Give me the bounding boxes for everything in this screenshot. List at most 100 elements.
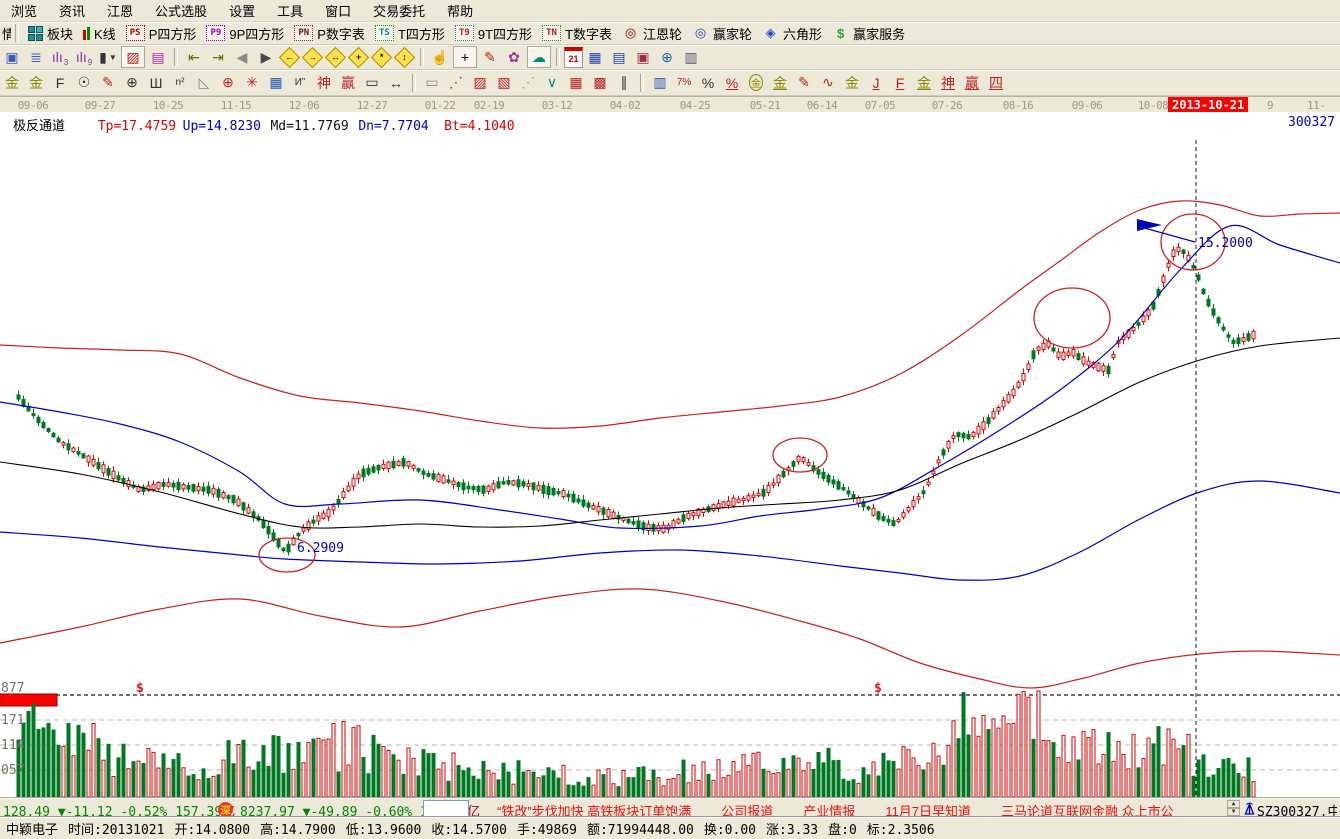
comb-ruler-icon[interactable]: Ш [145, 73, 167, 93]
quick-input-box[interactable] [423, 800, 469, 817]
p-square-button[interactable]: PSP四方形 [126, 24, 197, 43]
percent-icon[interactable]: % [697, 73, 719, 93]
gann-gold-icon[interactable]: 金 [1, 73, 23, 93]
spinner-up-icon[interactable]: ▲ [1227, 800, 1240, 808]
chart-window-icon[interactable]: ▣ [1, 47, 23, 67]
diamond-in-icon[interactable]: + [348, 46, 369, 67]
save-icon[interactable]: ▣ [632, 47, 654, 67]
diamond-star-icon[interactable]: * [371, 46, 392, 67]
j-line-icon[interactable]: J [865, 73, 887, 93]
shen-grid-icon[interactable]: 神 [313, 73, 335, 93]
last-page-icon[interactable]: ⇥ [207, 47, 229, 67]
spiral-icon[interactable]: ☉ [73, 73, 95, 93]
globe-export-icon[interactable]: ⊕ [656, 47, 678, 67]
grid-box-icon[interactable]: ▦ [265, 73, 287, 93]
parallel-icon[interactable]: ∥ [613, 73, 635, 93]
clipped-quote-button[interactable]: 情 [2, 24, 11, 43]
marker-icon[interactable]: ✎ [479, 47, 501, 67]
p9-square-button[interactable]: P99P四方形 [206, 24, 284, 43]
ruler123-icon[interactable]: ▭ [361, 73, 383, 93]
diamond-left-icon[interactable]: ← [279, 46, 300, 67]
rect-tool-icon[interactable]: ▭ [421, 73, 443, 93]
hexagon-button[interactable]: ◈六角形 [762, 24, 822, 43]
cloud-brain-icon[interactable]: ☁ [527, 46, 551, 68]
calendar-icon[interactable]: 21 [564, 47, 583, 68]
calculator-icon[interactable]: ▦ [584, 47, 606, 67]
kline-pattern-icon[interactable]: ▨ [121, 46, 145, 68]
workstation-icon[interactable]: ▥ [680, 47, 702, 67]
f-line-icon[interactable]: F [889, 73, 911, 93]
percent7-icon[interactable]: 7% [673, 73, 695, 93]
flag-triangle-icon[interactable]: ◺ [193, 73, 215, 93]
menu-item-4[interactable]: 公式选股 [144, 0, 218, 22]
gold-slash-icon[interactable]: 金 [913, 73, 935, 93]
menu-item-8[interactable]: 交易委托 [362, 0, 436, 22]
menu-item-1[interactable]: 浏览 [0, 0, 48, 22]
gann-wheel-button[interactable]: ◎江恩轮 [622, 24, 682, 43]
wave-icon[interactable]: ∿ [817, 73, 839, 93]
diamond-out-icon[interactable]: ↕ [394, 46, 415, 67]
target-icon[interactable]: ⊕ [217, 73, 239, 93]
percent-line-icon[interactable]: % [721, 73, 743, 93]
red-grid-icon[interactable]: ▦ [565, 73, 587, 93]
gray-fan-icon[interactable]: ⋰ [517, 73, 539, 93]
bars9-icon[interactable]: ılı9 [73, 47, 95, 67]
ying-box-icon[interactable]: 赢 [337, 73, 359, 93]
red-grid2-icon[interactable]: ▩ [589, 73, 611, 93]
si-line-icon[interactable]: 四 [985, 73, 1007, 93]
fib-grid-icon[interactable]: F [49, 73, 71, 93]
channel-line-bt [0, 589, 1340, 688]
candle-type-icon[interactable]: ▮▼ [97, 47, 119, 67]
p-number-button[interactable]: PNP数字表 [294, 24, 365, 43]
histogram-icon[interactable]: ▤ [147, 47, 169, 67]
spinner-down-icon[interactable]: ▼ [1227, 808, 1240, 816]
first-page-icon[interactable]: ⇤ [183, 47, 205, 67]
menu-item-2[interactable]: 资讯 [48, 0, 96, 22]
hand-tool-icon[interactable]: ☝ [429, 47, 451, 67]
diamond-right-icon[interactable]: → [302, 46, 323, 67]
menu-item-5[interactable]: 设置 [218, 0, 266, 22]
sector-button[interactable]: 板块 [28, 24, 73, 43]
chart-area[interactable]: 15.20006.2909$$877171114057 极反通道 Tp=17.4… [0, 112, 1340, 798]
detail-field: 开:14.0800 [174, 819, 250, 838]
t9-square-button[interactable]: T99T四方形 [455, 24, 532, 43]
gold-line-icon[interactable]: 金 [769, 73, 791, 93]
menu-item-7[interactable]: 窗口 [314, 0, 362, 22]
menu-item-9[interactable]: 帮助 [436, 0, 484, 22]
width-arrow-icon[interactable]: ↔ [385, 73, 407, 93]
zigzag-icon[interactable]: ∨ [541, 73, 563, 93]
wave-mark-icon[interactable]: И” [289, 73, 311, 93]
shen-line-icon[interactable]: 神 [937, 73, 959, 93]
fan-rays-icon[interactable]: ⋰ [445, 73, 467, 93]
gold-plain-icon[interactable]: 金 [841, 73, 863, 93]
hatch-box-icon[interactable]: ▨ [469, 73, 491, 93]
diamond-lr-icon[interactable]: ↔ [325, 46, 346, 67]
bars3-icon[interactable]: ılı3 [49, 47, 71, 67]
scale-bars-icon[interactable]: ▥ [649, 73, 671, 93]
angle-pen-icon[interactable]: ✎ [97, 73, 119, 93]
winner-wheel-button[interactable]: ◎赢家轮 [692, 24, 752, 43]
date-label: 12-06 [289, 99, 320, 112]
t-square-button[interactable]: TST四方形 [375, 24, 445, 43]
n2-icon[interactable]: n² [169, 73, 191, 93]
quote-list-icon[interactable]: ≣ [25, 47, 47, 67]
ticker-spinner[interactable]: ▲▼ [1227, 800, 1240, 816]
crosshair-icon[interactable]: + [453, 46, 477, 68]
winner-service-button[interactable]: $赢家服务 [832, 24, 905, 43]
web-star-icon[interactable]: ✳ [241, 73, 263, 93]
notes-icon[interactable]: ▤ [608, 47, 630, 67]
circle-cycle-icon[interactable]: ⊕ [121, 73, 143, 93]
flower-web-icon[interactable]: ✿ [503, 47, 525, 67]
kline-chart-svg: 15.20006.2909$$877171114057 [0, 112, 1340, 798]
menu-item-3[interactable]: 江恩 [96, 0, 144, 22]
kline-button[interactable]: K线 [83, 24, 116, 43]
fan-box-icon[interactable]: ▧ [493, 73, 515, 93]
next-bar-icon[interactable]: ▶ [255, 47, 277, 67]
ying-line-icon[interactable]: 赢 [961, 73, 983, 93]
t-number-button[interactable]: TNT数字表 [542, 24, 612, 43]
pen-flag-icon[interactable]: ✎ [793, 73, 815, 93]
gann-gold2-icon[interactable]: 金 [25, 73, 47, 93]
menu-item-6[interactable]: 工具 [266, 0, 314, 22]
gold-circle-icon[interactable]: 金 [745, 73, 767, 93]
prev-bar-icon[interactable]: ◀ [231, 47, 253, 67]
